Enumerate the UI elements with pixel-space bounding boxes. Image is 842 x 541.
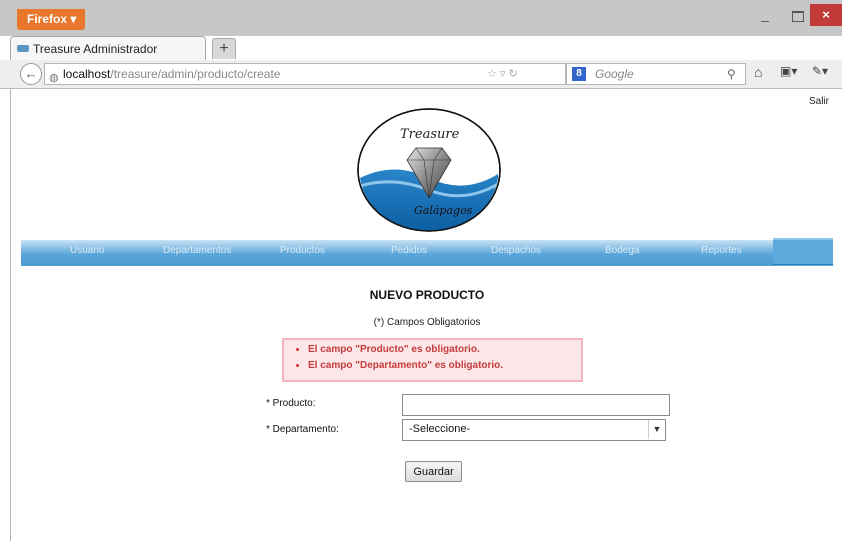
treasure-logo: Treasure Galápagos bbox=[357, 108, 501, 232]
form-title: NUEVO PRODUCTO bbox=[369, 288, 485, 302]
tab-title: Treasure Administrador bbox=[33, 42, 158, 56]
producto-input[interactable] bbox=[402, 394, 670, 416]
favicon-icon bbox=[17, 45, 29, 52]
search-engine-placeholder: Google bbox=[595, 67, 634, 81]
departamento-label: * Departamento: bbox=[266, 424, 339, 435]
search-icon[interactable]: ⚲ bbox=[727, 64, 736, 84]
bookmark-star-icon[interactable]: ☆ ▿ ↻ bbox=[487, 64, 518, 84]
error-summary: El campo "Producto" es obligatorio. El c… bbox=[282, 338, 583, 382]
new-tab-button[interactable]: + bbox=[212, 38, 236, 59]
minimize-button[interactable]: _ bbox=[752, 7, 778, 24]
home-icon[interactable]: ⌂ bbox=[754, 64, 762, 80]
departamento-selected-value: -Seleccione- bbox=[409, 423, 471, 435]
search-bar[interactable]: 8 Google ⚲ bbox=[566, 63, 746, 85]
main-menu: Usuario Departamentos Productos Pedidos … bbox=[21, 240, 773, 266]
url-text: localhost/treasure/admin/producto/create bbox=[63, 67, 281, 81]
menu-item-bodega[interactable]: Bodega bbox=[605, 240, 639, 262]
firefox-menu-button[interactable]: Firefox ▾ bbox=[17, 9, 85, 30]
menu-tail-border bbox=[773, 264, 833, 265]
maximize-icon bbox=[792, 11, 804, 22]
url-bar[interactable]: ◍ localhost/treasure/admin/producto/crea… bbox=[44, 63, 566, 85]
svg-text:Treasure: Treasure bbox=[400, 127, 460, 142]
back-button[interactable]: ← bbox=[20, 63, 42, 85]
tools-icon[interactable]: ✎▾ bbox=[812, 64, 828, 78]
close-button[interactable]: × bbox=[810, 4, 842, 26]
menu-item-despachos[interactable]: Despachos bbox=[491, 240, 541, 262]
menu-item-pedidos[interactable]: Pedidos bbox=[391, 240, 427, 262]
menu-item-departamentos[interactable]: Departamentos bbox=[163, 240, 231, 262]
required-note: (*) Campos Obligatorios bbox=[373, 317, 481, 328]
menu-item-reportes[interactable]: Reportes bbox=[701, 240, 742, 262]
globe-icon: ◍ bbox=[49, 72, 59, 84]
maximize-button[interactable] bbox=[784, 8, 810, 24]
departamento-select[interactable]: -Seleccione- ▼ bbox=[402, 419, 666, 441]
menu-tail bbox=[773, 238, 833, 266]
error-message: El campo "Producto" es obligatorio. bbox=[308, 343, 581, 356]
svg-text:Galápagos: Galápagos bbox=[414, 204, 473, 217]
menu-item-productos[interactable]: Productos bbox=[280, 240, 325, 262]
google-icon: 8 bbox=[572, 67, 586, 81]
error-message: El campo "Departamento" es obligatorio. bbox=[308, 359, 581, 372]
bookmarks-icon[interactable]: ▣▾ bbox=[780, 64, 797, 78]
page-content: Salir Treasure Galápagos Usuario Departa bbox=[10, 89, 842, 541]
chevron-down-icon: ▼ bbox=[648, 420, 665, 439]
producto-label: * Producto: bbox=[266, 398, 316, 409]
save-button[interactable]: Guardar bbox=[405, 461, 462, 482]
navigation-bar: ← ◍ localhost/treasure/admin/producto/cr… bbox=[0, 60, 842, 89]
menu-item-usuario[interactable]: Usuario bbox=[70, 240, 104, 262]
logout-link[interactable]: Salir bbox=[809, 96, 829, 107]
browser-tab[interactable]: Treasure Administrador bbox=[10, 36, 206, 60]
browser-titlebar: Firefox ▾ _ × bbox=[0, 0, 842, 36]
